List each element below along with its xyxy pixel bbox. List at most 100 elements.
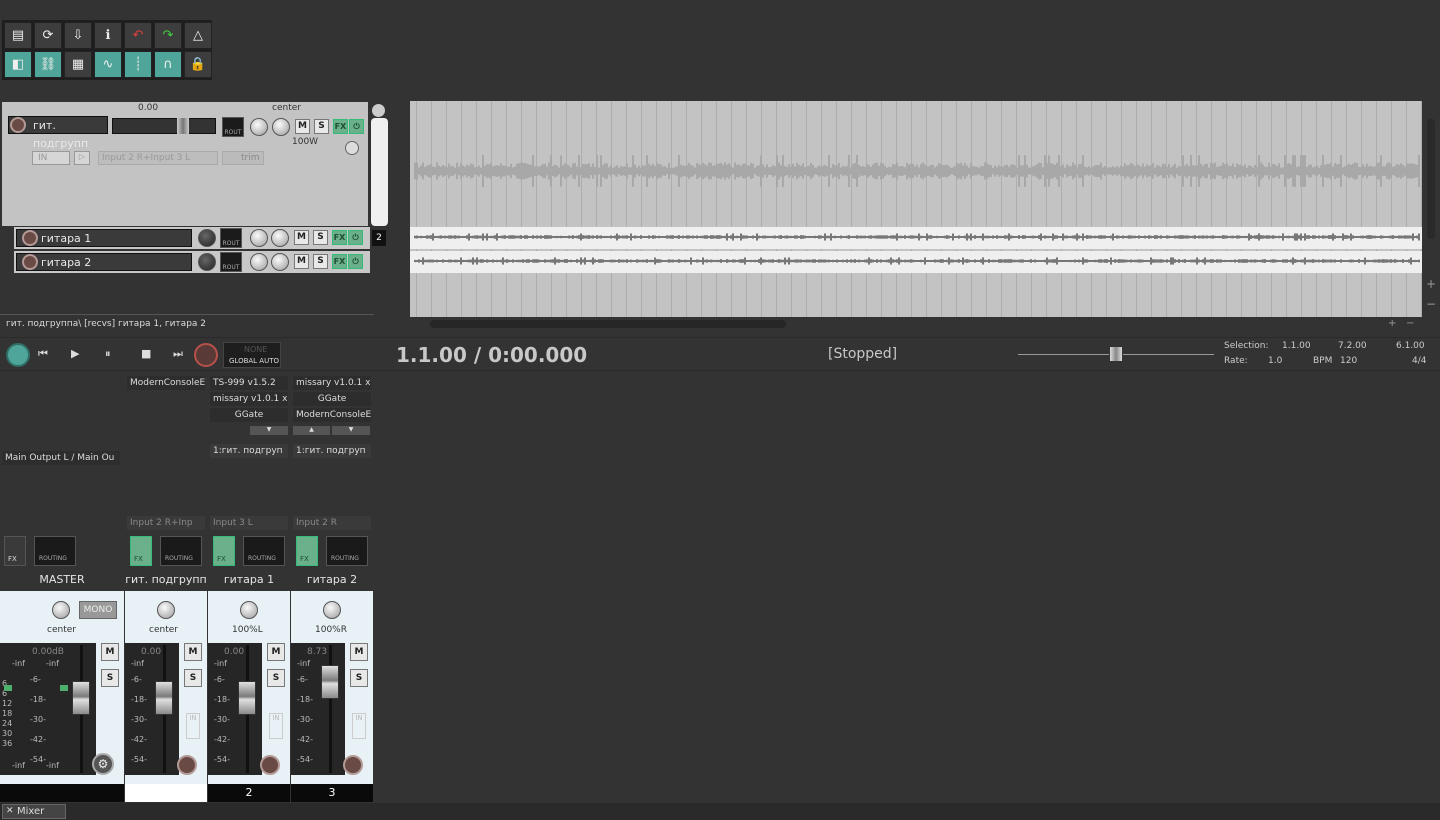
volume-fader[interactable] [238, 681, 256, 715]
waveform-sample [1198, 235, 1200, 239]
fx-scroll-down-icon[interactable]: ▼ [250, 426, 288, 435]
fx-slot[interactable]: missary v1.0.1 xl [210, 392, 288, 406]
waveform-sample [920, 163, 922, 179]
solo-button[interactable]: S [267, 669, 285, 687]
horizontal-scrollbar[interactable] [430, 320, 786, 328]
fx-slot[interactable]: ModernConsoleEQ [127, 376, 205, 390]
waveform-sample [1158, 165, 1160, 177]
pan-knob[interactable] [52, 601, 70, 619]
time-signature[interactable]: 4/4 [1412, 356, 1426, 366]
output-select[interactable]: Main Output L / Main Ou [2, 451, 120, 465]
input-monitor-button[interactable]: IN [352, 713, 366, 739]
waveform-sample [602, 235, 604, 239]
zoom-out-horizontal-icon[interactable]: − [1406, 318, 1414, 329]
pan-knob[interactable] [157, 601, 175, 619]
waveform-sample [1348, 235, 1350, 239]
solo-button[interactable]: S [101, 669, 119, 687]
time-position[interactable]: 1.1.00 / 0:00.000 [396, 343, 587, 367]
fx-slot[interactable]: missary v1.0.1 xl [293, 376, 371, 390]
record-arm-button[interactable] [343, 755, 363, 775]
close-icon[interactable]: ✕ [6, 805, 14, 818]
pan-value: center [149, 625, 178, 635]
waveform-sample [596, 154, 598, 188]
waveform-sample [930, 164, 932, 178]
strip-name[interactable]: гит. подгрупп [125, 573, 207, 591]
zoom-out-icon[interactable]: − [1424, 297, 1438, 311]
mixer-tab[interactable]: ✕ Mixer [2, 804, 66, 819]
bpm-value[interactable]: 120 [1340, 356, 1357, 366]
waveform-sample [1334, 235, 1336, 239]
fx-button[interactable]: FX [4, 536, 26, 566]
waveform-sample [464, 260, 466, 262]
input-monitor-button[interactable]: IN [186, 713, 200, 739]
arrange-view[interactable] [410, 101, 1422, 317]
waveform-sample [1394, 259, 1396, 263]
playrate-slider-handle[interactable] [1109, 346, 1123, 362]
waveform-sample [552, 166, 554, 176]
waveform-sample [1380, 155, 1382, 187]
waveform-sample [630, 233, 632, 241]
zoom-in-icon[interactable]: + [1424, 277, 1438, 291]
strip-name[interactable]: гитара 2 [291, 573, 373, 591]
waveform-sample [1054, 259, 1056, 263]
vertical-scrollbar[interactable] [1427, 119, 1435, 239]
volume-fader[interactable] [321, 665, 339, 699]
pan-knob[interactable] [240, 601, 258, 619]
input-monitor-button[interactable]: IN [269, 713, 283, 739]
waveform-sample [1380, 235, 1382, 239]
input-select[interactable]: Input 2 R+Inp [127, 516, 205, 530]
volume-fader[interactable] [72, 681, 90, 715]
waveform-sample [566, 259, 568, 263]
fx-button[interactable]: FX [213, 536, 235, 566]
pan-knob[interactable] [323, 601, 341, 619]
waveform-sample [878, 235, 880, 239]
mute-button[interactable]: M [267, 643, 285, 661]
input-select[interactable]: Input 2 R [293, 516, 371, 530]
output-select[interactable]: 1:гит. подгруп [210, 444, 288, 458]
waveform-sample [670, 235, 672, 239]
waveform-sample [472, 257, 474, 265]
fx-slot[interactable]: GGate [210, 408, 288, 422]
record-arm-button[interactable] [177, 755, 197, 775]
selection-start[interactable]: 1.1.00 [1282, 341, 1311, 351]
rate-value[interactable]: 1.0 [1268, 356, 1282, 366]
output-select[interactable]: 1:гит. подгруп [293, 444, 371, 458]
waveform-sample [418, 259, 420, 263]
waveform-sample [710, 235, 712, 239]
record-arm-button[interactable] [260, 755, 280, 775]
routing-button[interactable]: ROUTING [34, 536, 76, 566]
selection-length[interactable]: 6.1.00 [1396, 341, 1425, 351]
fx-scroll-up-icon[interactable]: ▲ [293, 426, 330, 435]
selection-end[interactable]: 7.2.00 [1338, 341, 1367, 351]
strip-name[interactable]: гитара 1 [208, 573, 290, 591]
routing-button[interactable]: ROUTING [243, 536, 285, 566]
fx-slot[interactable]: ModernConsoleEQ [293, 408, 371, 422]
waveform-sample [478, 165, 480, 177]
mute-button[interactable]: M [184, 643, 202, 661]
waveform-sample [574, 162, 576, 180]
fx-button[interactable]: FX [130, 536, 152, 566]
fx-scroll-down-icon[interactable]: ▼ [332, 426, 370, 435]
mute-button[interactable]: M [350, 643, 368, 661]
waveform-sample [802, 259, 804, 263]
fx-slot[interactable]: GGate [293, 392, 371, 406]
settings-gear-icon[interactable]: ⚙ [92, 753, 114, 775]
zoom-in-horizontal-icon[interactable]: + [1388, 318, 1396, 329]
fx-button[interactable]: FX [296, 536, 318, 566]
routing-button[interactable]: ROUTING [326, 536, 368, 566]
fx-slot[interactable]: TS-999 v1.5.2 [210, 376, 288, 390]
volume-fader[interactable] [155, 681, 173, 715]
waveform-sample [882, 235, 884, 239]
mono-button[interactable]: MONO [79, 601, 117, 619]
waveform-sample [846, 235, 848, 239]
waveform-sample [752, 235, 754, 239]
waveform-sample [1176, 259, 1178, 263]
input-select[interactable]: Input 3 L [210, 516, 288, 530]
mute-button[interactable]: M [101, 643, 119, 661]
solo-button[interactable]: S [350, 669, 368, 687]
waveform-sample [1136, 259, 1138, 263]
strip-name[interactable]: MASTER [0, 573, 124, 591]
waveform-sample [1306, 166, 1308, 176]
solo-button[interactable]: S [184, 669, 202, 687]
routing-button[interactable]: ROUTING [160, 536, 202, 566]
